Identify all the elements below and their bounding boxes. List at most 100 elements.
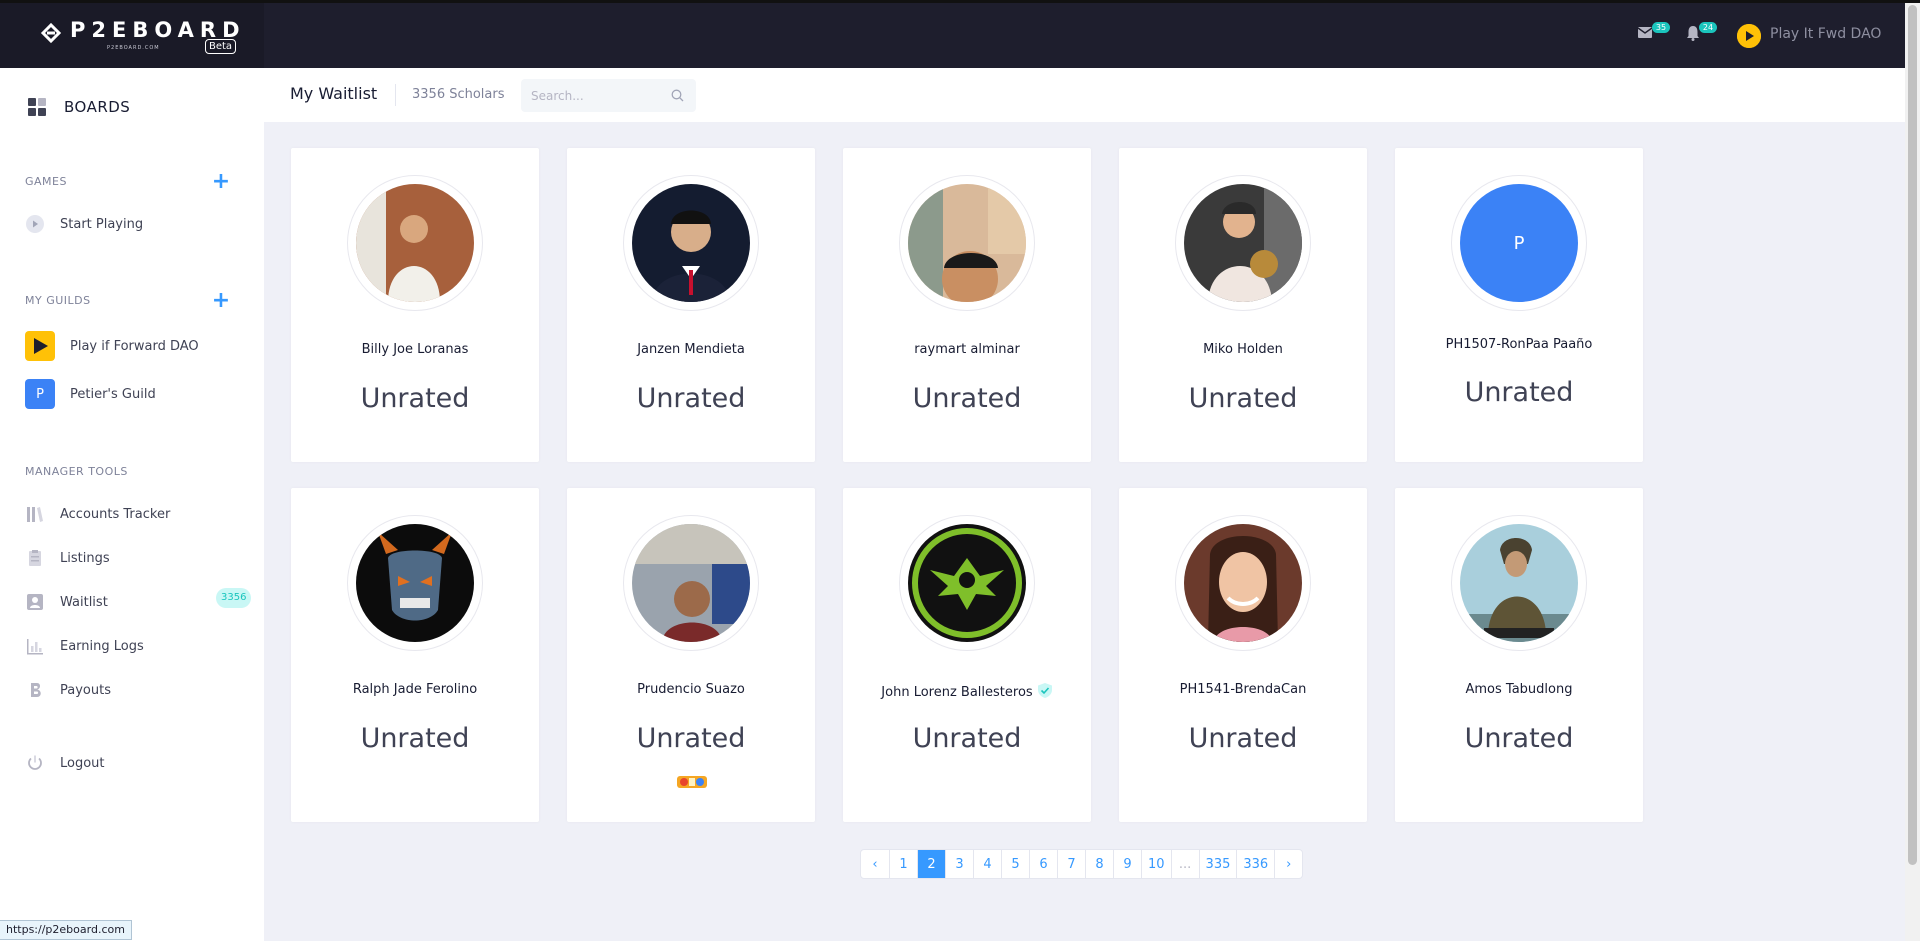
guild-initial-avatar: P <box>25 379 55 409</box>
scholar-name[interactable]: raymart alminar <box>843 342 1091 357</box>
scholar-name[interactable]: Amos Tabudlong <box>1395 682 1643 697</box>
game-logo-icon[interactable] <box>675 772 709 792</box>
guild-name: Petier's Guild <box>70 386 156 402</box>
search-icon[interactable] <box>671 89 684 102</box>
bar-chart-icon <box>25 636 45 656</box>
sidebar-item-logout[interactable]: Logout <box>25 751 105 775</box>
scholar-rating: Unrated <box>1188 383 1298 414</box>
verified-shield-icon <box>1037 683 1052 698</box>
guild-name: Play if Forward DAO <box>70 338 199 354</box>
avatar <box>356 184 474 302</box>
page-button[interactable]: 8 <box>1085 850 1113 878</box>
scholar-name[interactable]: PH1541-BrendaCan <box>1119 682 1367 697</box>
search-box <box>521 79 696 112</box>
avatar-frame <box>1175 175 1311 311</box>
scrollbar-thumb[interactable] <box>1908 5 1917 865</box>
section-games: GAMES <box>25 175 67 188</box>
avatar-initial: P <box>1460 184 1578 302</box>
scholar-name[interactable]: PH1507-RonPaa Paaño <box>1395 337 1643 352</box>
add-game-button[interactable]: + <box>211 171 231 193</box>
user-avatar[interactable] <box>1737 24 1761 48</box>
avatar-frame: P <box>1451 175 1587 311</box>
sidebar-item-label: Start Playing <box>60 216 144 232</box>
next-page-button[interactable]: › <box>1274 850 1302 878</box>
clipboard-icon <box>25 548 45 568</box>
scholar-count: 3356 Scholars <box>412 87 505 102</box>
guild-logo-icon <box>25 331 55 361</box>
subheader: My Waitlist 3356 Scholars <box>264 68 1905 122</box>
play-icon <box>1737 24 1761 48</box>
scrollbar[interactable] <box>1905 3 1920 941</box>
scholar-card[interactable]: Billy Joe Loranas Unrated <box>291 148 539 462</box>
sidebar-item-payouts[interactable]: Payouts <box>25 678 111 702</box>
sidebar-item-earning-logs[interactable]: Earning Logs <box>25 634 144 658</box>
scholar-card[interactable]: PH1541-BrendaCan Unrated <box>1119 488 1367 822</box>
status-url: https://p2eboard.com <box>0 920 132 940</box>
avatar <box>356 524 474 642</box>
sidebar-item-guild[interactable]: P Petier's Guild <box>25 379 156 409</box>
scholar-name[interactable]: Prudencio Suazo <box>567 682 815 697</box>
scholar-card[interactable]: Prudencio Suazo Unrated <box>567 488 815 822</box>
page-button[interactable]: 336 <box>1236 850 1274 878</box>
scholar-rating: Unrated <box>360 383 470 414</box>
section-manager-tools: MANAGER TOOLS <box>25 465 128 478</box>
scholar-card[interactable]: Amos Tabudlong Unrated <box>1395 488 1643 822</box>
page-title: My Waitlist <box>290 84 378 103</box>
bitcoin-icon <box>25 680 45 700</box>
avatar <box>1460 524 1578 642</box>
sidebar-item-label: Earning Logs <box>60 638 144 654</box>
page-button[interactable]: 3 <box>945 850 973 878</box>
scholar-name-text[interactable]: John Lorenz Ballesteros <box>881 685 1032 700</box>
avatar-frame <box>347 515 483 651</box>
sidebar-item-label: BOARDS <box>64 98 131 116</box>
scholar-card[interactable]: raymart alminar Unrated <box>843 148 1091 462</box>
logo-subtext: P2EBOARD.COM <box>107 45 160 51</box>
scholar-name[interactable]: Janzen Mendieta <box>567 342 815 357</box>
scholar-name[interactable]: Miko Holden <box>1119 342 1367 357</box>
scholar-card[interactable]: Ralph Jade Ferolino Unrated <box>291 488 539 822</box>
page-button[interactable]: 7 <box>1057 850 1085 878</box>
bell-icon[interactable] <box>1686 25 1700 41</box>
sidebar-item-boards[interactable]: BOARDS <box>28 98 130 116</box>
page-button[interactable]: 335 <box>1198 850 1237 878</box>
sidebar-item-start-playing[interactable]: Start Playing <box>25 212 143 236</box>
avatar <box>908 524 1026 642</box>
avatar-frame <box>623 515 759 651</box>
scholar-card[interactable]: P PH1507-RonPaa Paaño Unrated <box>1395 148 1643 462</box>
page-button[interactable]: 1 <box>889 850 917 878</box>
scholar-card[interactable]: John Lorenz Ballesteros Unrated <box>843 488 1091 822</box>
sidebar-item-label: Accounts Tracker <box>60 506 171 522</box>
scholar-rating: Unrated <box>1464 723 1574 754</box>
user-card-icon <box>25 592 45 612</box>
p2eboard-logo-icon[interactable] <box>38 20 64 46</box>
page-button[interactable]: 9 <box>1113 850 1141 878</box>
prev-page-button[interactable]: ‹ <box>861 850 889 878</box>
page-button[interactable]: 10 <box>1141 850 1171 878</box>
avatar-frame <box>899 515 1035 651</box>
add-guild-button[interactable]: + <box>211 290 231 312</box>
scholar-name[interactable]: Ralph Jade Ferolino <box>291 682 539 697</box>
scholar-rating: Unrated <box>1188 723 1298 754</box>
search-input[interactable] <box>521 79 661 112</box>
play-circle-icon <box>25 214 45 234</box>
sidebar-item-accounts-tracker[interactable]: Accounts Tracker <box>25 502 170 526</box>
page-button[interactable]: 4 <box>973 850 1001 878</box>
mail-icon[interactable] <box>1638 27 1652 38</box>
sidebar-item-listings[interactable]: Listings <box>25 546 110 570</box>
page-button[interactable]: 5 <box>1001 850 1029 878</box>
scholar-name[interactable]: John Lorenz Ballesteros <box>843 682 1091 700</box>
scholar-rating: Unrated <box>360 723 470 754</box>
page-button-active[interactable]: 2 <box>917 850 945 878</box>
sidebar-item-guild[interactable]: Play if Forward DAO <box>25 331 199 361</box>
scholar-rating: Unrated <box>636 383 746 414</box>
sidebar-item-waitlist[interactable]: Waitlist <box>25 590 108 614</box>
user-name[interactable]: Play It Fwd DAO <box>1770 26 1881 42</box>
scholar-name[interactable]: Billy Joe Loranas <box>291 342 539 357</box>
page-button[interactable]: 6 <box>1029 850 1057 878</box>
beta-badge: Beta <box>205 39 237 54</box>
scholar-rating: Unrated <box>636 723 746 754</box>
scholar-card[interactable]: Miko Holden Unrated <box>1119 148 1367 462</box>
pagination: ‹ 1 2 3 4 5 6 7 8 9 10 ... 335 336 › <box>860 849 1304 879</box>
avatar <box>1184 184 1302 302</box>
scholar-card[interactable]: Janzen Mendieta Unrated <box>567 148 815 462</box>
